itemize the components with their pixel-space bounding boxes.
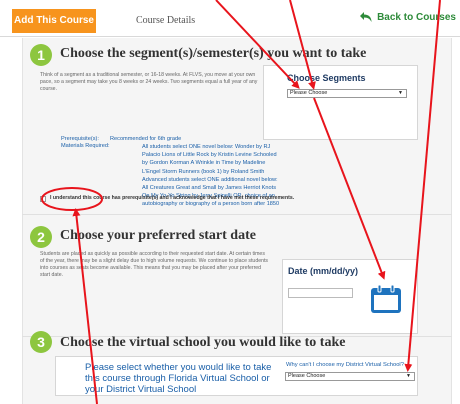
step-1-badge: 1 xyxy=(30,44,52,66)
date-label: Date (mm/dd/yy) xyxy=(288,266,359,276)
school-select-value: Please Choose xyxy=(288,373,326,379)
step-2-intro: Students are placed as quickly as possib… xyxy=(40,251,269,278)
school-prompt: Please select whether you would like to … xyxy=(85,362,272,395)
step-3-title: Choose the virtual school you would like… xyxy=(60,335,346,350)
chevron-down-icon: ▼ xyxy=(398,90,403,96)
step-1-title: Choose the segment(s)/semester(s) you wa… xyxy=(60,46,367,61)
step-2-title: Choose your preferred start date xyxy=(60,228,256,243)
acknowledge-text: I understand this course has prerequisit… xyxy=(50,195,295,201)
tab-course-details[interactable]: Course Details xyxy=(136,9,195,33)
acknowledge-checkbox[interactable] xyxy=(40,196,46,202)
segments-select-value: Please Choose xyxy=(290,90,328,96)
prerequisite-value: Recommended for 6th grade xyxy=(110,136,182,142)
materials-label: Materials Required: xyxy=(61,143,110,149)
back-link-label: Back to Courses xyxy=(377,11,456,23)
step-2-badge: 2 xyxy=(30,226,52,248)
back-arrow-icon xyxy=(360,12,372,22)
step-3-badge: 3 xyxy=(30,331,52,353)
step-1-intro: Think of a segment as a traditional seme… xyxy=(40,72,258,92)
segments-select[interactable]: Please Choose ▼ xyxy=(287,89,407,98)
start-date-input[interactable] xyxy=(288,288,353,298)
tab-bar: Add This Course Course Details Back to C… xyxy=(0,0,460,37)
tab-add-this-course[interactable]: Add This Course xyxy=(12,9,96,33)
prerequisite-label: Prerequisite(s): xyxy=(61,136,99,142)
chevron-down-icon: ▼ xyxy=(406,373,411,379)
calendar-icon[interactable] xyxy=(370,284,402,314)
school-select[interactable]: Please Choose ▼ xyxy=(285,372,415,381)
why-district-link[interactable]: Why can't I choose my District Virtual S… xyxy=(286,362,404,368)
section-divider xyxy=(22,214,452,215)
segments-label: Choose Segments xyxy=(287,73,366,83)
back-to-courses-link[interactable]: Back to Courses xyxy=(359,11,456,23)
